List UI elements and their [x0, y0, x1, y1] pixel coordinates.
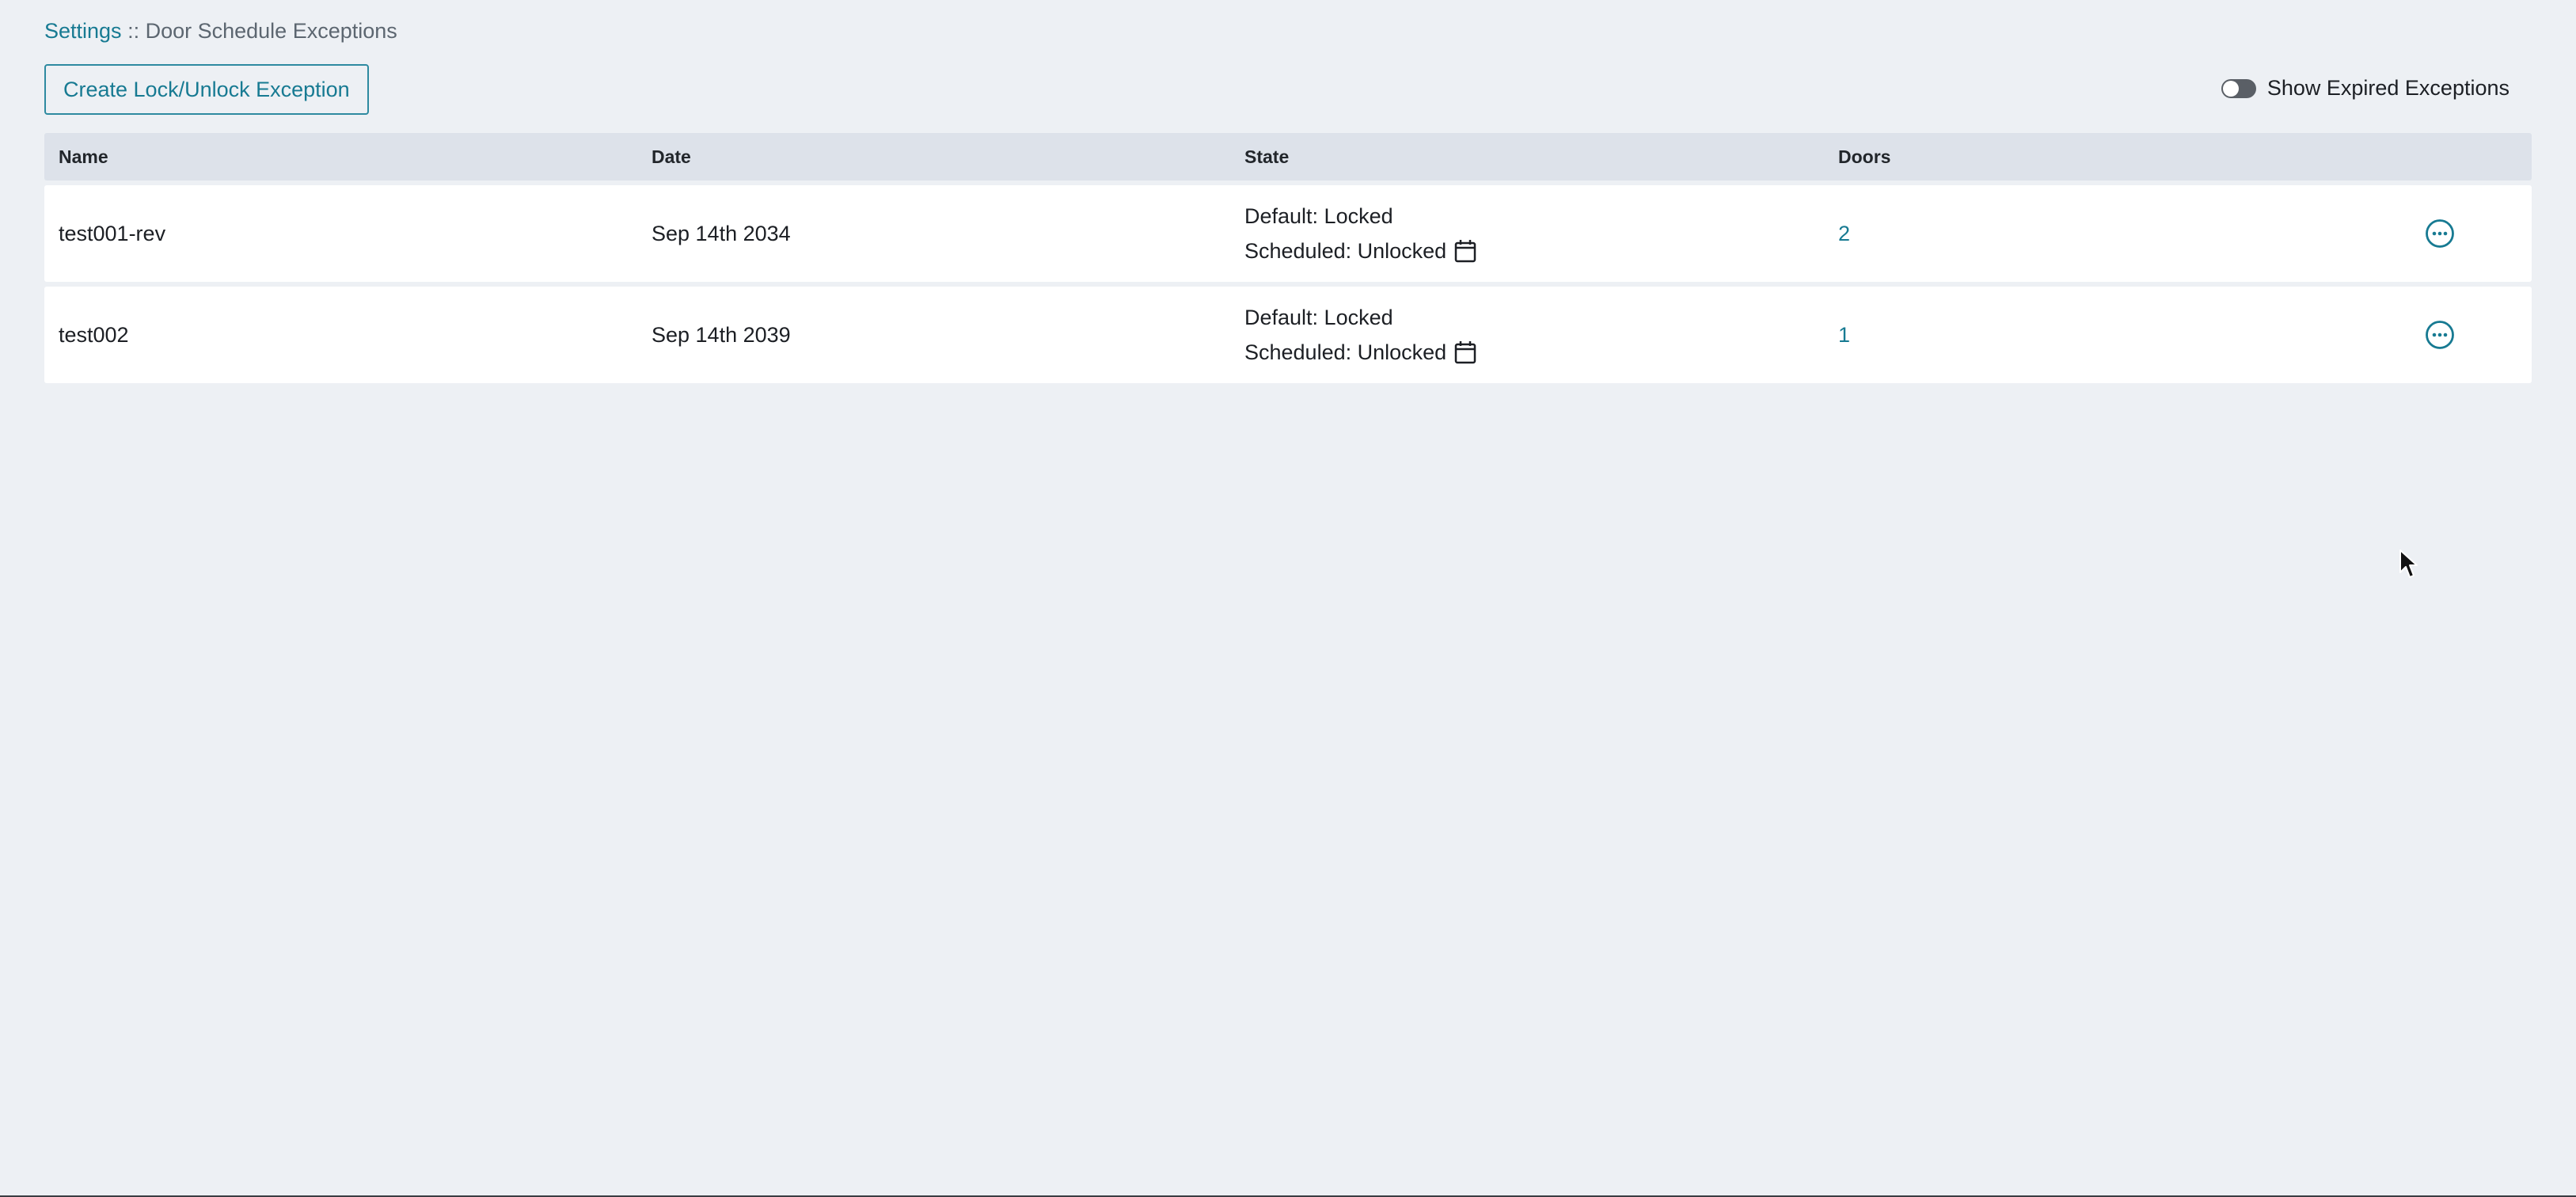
row-name: test001-rev — [59, 221, 166, 245]
state-scheduled-text: Scheduled: Unlocked — [1244, 239, 1447, 263]
column-header-state[interactable]: State — [1244, 146, 1289, 168]
row-state: Default: Locked Scheduled: Unlocked — [1244, 185, 1476, 282]
row-doors: 2 — [1838, 185, 1850, 282]
breadcrumb-settings-link[interactable]: Settings — [44, 19, 122, 43]
toggle-knob — [2222, 80, 2239, 97]
state-default-text: Default: Locked — [1244, 204, 1393, 228]
state-default-text: Default: Locked — [1244, 306, 1393, 329]
breadcrumb-separator: :: — [121, 19, 146, 43]
show-expired-label: Show Expired Exceptions — [2266, 76, 2510, 100]
more-options-icon[interactable] — [2425, 218, 2455, 249]
table-row[interactable]: test001-rev Sep 14th 2034 Default: Locke… — [44, 185, 2532, 282]
show-expired-toggle-control[interactable]: Show Expired Exceptions — [2221, 76, 2510, 101]
breadcrumb-current: Door Schedule Exceptions — [145, 19, 397, 43]
row-state: Default: Locked Scheduled: Unlocked — [1244, 287, 1476, 383]
state-default: Default: Locked — [1244, 204, 1393, 228]
exceptions-table: Name Date State Doors test001-rev Sep 14… — [44, 133, 2532, 383]
create-lock-unlock-exception-button[interactable]: Create Lock/Unlock Exception — [44, 64, 369, 115]
mouse-cursor-icon — [2399, 549, 2419, 584]
row-name: test002 — [59, 322, 129, 347]
table-row[interactable]: test002 Sep 14th 2039 Default: Locked Sc… — [44, 287, 2532, 383]
calendar-icon[interactable] — [1454, 340, 1476, 364]
row-actions — [2425, 185, 2455, 282]
row-date: Sep 14th 2039 — [652, 322, 791, 347]
breadcrumb: Settings :: Door Schedule Exceptions — [44, 19, 397, 43]
state-scheduled-text: Scheduled: Unlocked — [1244, 340, 1447, 364]
column-header-name[interactable]: Name — [59, 146, 108, 168]
column-header-doors[interactable]: Doors — [1838, 146, 1890, 168]
calendar-icon[interactable] — [1454, 239, 1476, 263]
more-options-icon[interactable] — [2425, 320, 2455, 350]
row-doors: 1 — [1838, 287, 1850, 383]
column-header-date[interactable]: Date — [652, 146, 691, 168]
row-actions — [2425, 287, 2455, 383]
show-expired-toggle[interactable] — [2221, 78, 2256, 98]
doors-count-link[interactable]: 2 — [1838, 222, 1850, 246]
doors-count-link[interactable]: 1 — [1838, 323, 1850, 348]
state-scheduled: Scheduled: Unlocked — [1244, 239, 1476, 263]
state-default: Default: Locked — [1244, 306, 1393, 329]
state-scheduled: Scheduled: Unlocked — [1244, 340, 1476, 364]
row-date: Sep 14th 2034 — [652, 221, 791, 245]
table-header: Name Date State Doors — [44, 133, 2532, 180]
